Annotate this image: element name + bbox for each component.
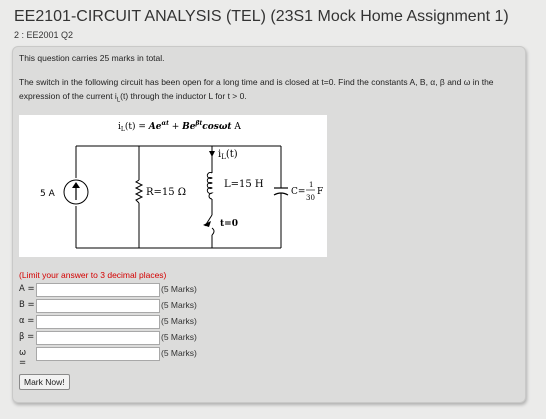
answer-row-a: A = (5 Marks): [19, 283, 219, 297]
capacitor-den: 30: [306, 194, 315, 202]
eq-term2: Be: [181, 122, 196, 132]
answer-input-beta[interactable]: [36, 331, 160, 345]
switch-arrow-icon: [203, 221, 211, 227]
resistor-icon: [134, 179, 144, 204]
answer-marks-omega: (5 Marks): [161, 348, 197, 358]
eq-term1: Ae: [148, 122, 162, 132]
question-line-1: The switch in the following circuit has …: [19, 77, 494, 87]
circuit-svg: iL(t) = Aeαt + Beβtcosωt A 5 A R=15 Ω iL…: [40, 120, 323, 249]
source-label: 5 A: [40, 189, 56, 199]
answer-marks-beta: (5 Marks): [161, 332, 197, 342]
answer-input-alpha[interactable]: [36, 315, 160, 329]
question-line-2b: (t) through the inductor L for t > 0.: [120, 91, 247, 101]
eq-plus: +: [169, 122, 182, 132]
limit-note: (Limit your answer to 3 decimal places): [19, 270, 167, 280]
answer-input-a[interactable]: [36, 283, 160, 297]
current-arrow-icon: [209, 151, 215, 157]
page-title: EE2101-CIRCUIT ANALYSIS (TEL) (23S1 Mock…: [14, 8, 509, 25]
answer-row-beta: β = (5 Marks): [19, 331, 219, 345]
capacitor-num: 1: [309, 181, 313, 189]
circuit-diagram: iL(t) = Aeαt + Beβtcosωt A 5 A R=15 Ω iL…: [19, 115, 327, 257]
answer-marks-alpha: (5 Marks): [161, 316, 197, 326]
current-equation: iL(t) = Aeαt + Beβtcosωt A: [118, 120, 241, 133]
question-panel: This question carries 25 marks in total.…: [12, 46, 526, 403]
mark-now-button[interactable]: Mark Now!: [19, 374, 70, 390]
switch-label: t=0: [220, 219, 238, 229]
capacitor-prefix: C=: [291, 187, 305, 197]
eq-term2-rest: cosωt: [202, 122, 232, 132]
inductor-icon: [206, 172, 214, 200]
answer-label-alpha: α =: [19, 316, 35, 326]
eq-lhs-rest: (t) =: [125, 121, 149, 132]
resistor-label: R=15 Ω: [146, 187, 186, 198]
answer-label-omega: ω =: [19, 348, 27, 368]
answer-label-b: B =: [19, 300, 35, 310]
inductor-label: L=15 H: [224, 179, 264, 190]
marks-note: This question carries 25 marks in total.: [19, 53, 165, 63]
question-id: 2 : EE2001 Q2: [14, 30, 74, 40]
answer-row-b: B = (5 Marks): [19, 299, 219, 313]
question-line-2: expression of the current iL(t) through …: [19, 91, 247, 104]
capacitor-unit: F: [317, 187, 323, 197]
answer-input-b[interactable]: [36, 299, 160, 313]
inductor-current-label: iL(t): [218, 149, 238, 161]
switch-contact-icon: [211, 227, 215, 236]
answer-marks-b: (5 Marks): [161, 300, 197, 310]
answer-label-beta: β =: [19, 332, 35, 342]
current-label-rest: (t): [226, 149, 238, 160]
answer-label-a: A =: [19, 284, 35, 294]
question-line-2a: expression of the current i: [19, 91, 117, 101]
answer-input-omega[interactable]: [36, 347, 160, 361]
answer-row-omega: ω = (5 Marks): [19, 347, 219, 368]
eq-unit: A: [232, 122, 242, 132]
answer-marks-a: (5 Marks): [161, 284, 197, 294]
answer-row-alpha: α = (5 Marks): [19, 315, 219, 329]
